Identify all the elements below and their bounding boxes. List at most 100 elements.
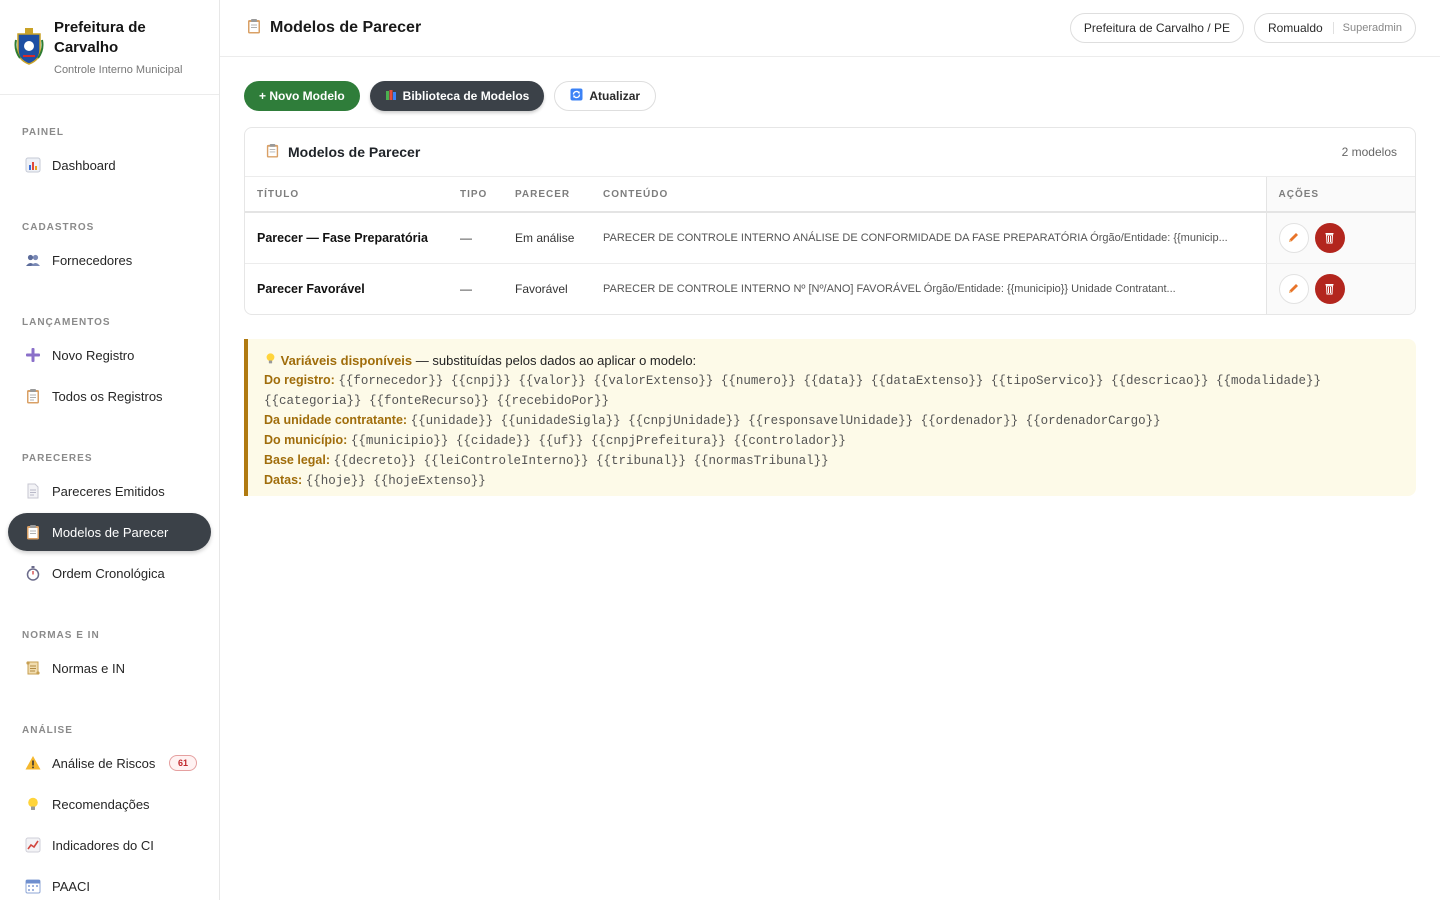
sidebar-item-label: Novo Registro: [52, 347, 135, 363]
variables-heading-text: — substituídas pelos dados ao aplicar o …: [412, 353, 697, 368]
bar-chart-icon: [24, 156, 42, 174]
plus-icon: [24, 346, 42, 364]
variables-heading: Variáveis disponíveis — substituídas pel…: [264, 352, 1400, 368]
sidebar: Prefeitura de Carvalho Controle Interno …: [0, 0, 220, 900]
sidebar-item-label: Análise de Riscos: [52, 755, 156, 771]
available-variables-box: Variáveis disponíveis — substituídas pel…: [244, 339, 1416, 496]
nav-section-painel: PAINEL: [22, 127, 64, 138]
row-content: PARECER DE CONTROLE INTERNO ANÁLISE DE C…: [591, 212, 1266, 264]
column-header-conteudo[interactable]: CONTEÚDO: [591, 177, 1266, 213]
edit-button[interactable]: [1278, 273, 1309, 304]
nav-section-normas: NORMAS E IN: [22, 630, 100, 641]
trash-icon: [1325, 284, 1334, 295]
model-library-label: Biblioteca de Modelos: [402, 89, 530, 103]
variables-list: {{categoria}} {{fonteRecurso}} {{recebid…: [264, 394, 610, 408]
table-row[interactable]: Parecer — Fase Preparatória — Em análise…: [245, 212, 1415, 264]
sidebar-item-label: Ordem Cronológica: [52, 565, 165, 581]
nav-section-analise: ANÁLISE: [22, 725, 73, 736]
lightbulb-icon: [24, 795, 42, 813]
clipboard-icon: [24, 523, 42, 541]
user-menu[interactable]: Romualdo Superadmin: [1253, 13, 1416, 43]
delete-button[interactable]: [1314, 273, 1345, 304]
model-library-button[interactable]: Biblioteca de Modelos: [369, 81, 545, 111]
users-icon: [24, 251, 42, 269]
organization-selector[interactable]: Prefeitura de Carvalho / PE: [1069, 13, 1244, 43]
pencil-icon: [1289, 233, 1298, 243]
sidebar-item-novo-registro[interactable]: Novo Registro: [8, 336, 211, 374]
card-title: Modelos de Parecer: [265, 143, 420, 161]
sidebar-item-dashboard[interactable]: Dashboard: [8, 146, 211, 184]
nav-section-cadastros: CADASTROS: [22, 222, 95, 233]
refresh-label: Atualizar: [589, 89, 641, 103]
row-actions: [1265, 212, 1415, 264]
sidebar-item-label: Todos os Registros: [52, 388, 163, 404]
table-row[interactable]: Parecer Favorável — Favorável PARECER DE…: [245, 263, 1415, 314]
column-header-titulo[interactable]: TÍTULO: [245, 177, 448, 213]
sidebar-item-pareceres-emitidos[interactable]: Pareceres Emitidos: [8, 472, 211, 510]
clipboard-icon: [265, 143, 280, 161]
sidebar-item-label: Modelos de Parecer: [52, 524, 169, 540]
sidebar-item-ordem-cronologica[interactable]: Ordem Cronológica: [8, 554, 211, 592]
header-actions: Prefeitura de Carvalho / PE Romualdo Sup…: [1069, 13, 1416, 43]
variables-group-label: Datas:: [264, 473, 303, 487]
variables-group-label: Da unidade contratante:: [264, 413, 408, 427]
row-opinion: Em análise: [503, 212, 591, 264]
variables-list: {{unidade}} {{unidadeSigla}} {{cnpjUnida…: [410, 414, 1161, 428]
toolbar: + Novo Modelo Biblioteca de Modelos Atua…: [244, 81, 657, 111]
row-actions: [1265, 263, 1415, 314]
sidebar-item-todos-registros[interactable]: Todos os Registros: [8, 377, 211, 415]
coat-of-arms-logo: [14, 28, 44, 65]
document-icon: [24, 482, 42, 500]
sidebar-item-modelos-parecer[interactable]: Modelos de Parecer: [8, 513, 211, 551]
row-title: Parecer — Fase Preparatória: [245, 212, 448, 264]
trash-icon: [1325, 233, 1334, 244]
variables-group-label: Do registro:: [264, 373, 335, 387]
trend-icon: [24, 836, 42, 854]
variables-list: {{fornecedor}} {{cnpj}} {{valor}} {{valo…: [338, 374, 1321, 388]
variables-heading-highlight: Variáveis disponíveis: [280, 353, 413, 368]
scroll-icon: [24, 659, 42, 677]
sidebar-item-label: Normas e IN: [52, 660, 125, 676]
variables-list: {{hoje}} {{hojeExtenso}}: [305, 474, 486, 488]
edit-button[interactable]: [1278, 222, 1309, 253]
delete-button[interactable]: [1314, 222, 1345, 253]
clipboard-icon: [246, 18, 262, 38]
column-header-parecer[interactable]: PARECER: [503, 177, 591, 213]
nav-section-lancamentos: LANÇAMENTOS: [22, 317, 111, 328]
user-name: Romualdo: [1267, 21, 1323, 35]
new-model-button[interactable]: + Novo Modelo: [244, 81, 360, 111]
table-header-row: TÍTULO TIPO PARECER CONTEÚDO AÇÕES: [245, 177, 1415, 213]
variables-list: {{municipio}} {{cidade}} {{uf}} {{cnpjPr…: [350, 434, 846, 448]
variables-group-base-legal: Base legal: {{decreto}} {{leiControleInt…: [264, 451, 1400, 471]
sidebar-item-label: Dashboard: [52, 157, 116, 173]
models-table: TÍTULO TIPO PARECER CONTEÚDO AÇÕES Parec…: [245, 177, 1415, 314]
variables-group-unidade: Da unidade contratante: {{unidade}} {{un…: [264, 411, 1400, 431]
stopwatch-icon: [24, 564, 42, 582]
brand-name: Prefeitura de Carvalho: [54, 19, 146, 56]
sidebar-item-recomendacoes[interactable]: Recomendações: [8, 785, 211, 823]
row-type: —: [448, 212, 503, 264]
page-title: Modelos de Parecer: [246, 18, 421, 38]
column-header-acoes: AÇÕES: [1265, 177, 1415, 213]
column-header-tipo[interactable]: TIPO: [448, 177, 503, 213]
variables-group-datas: Datas: {{hoje}} {{hojeExtenso}}: [264, 471, 1400, 491]
models-table-card: Modelos de Parecer 2 modelos TÍTULO TIPO…: [244, 127, 1416, 315]
row-title: Parecer Favorável: [257, 281, 365, 296]
clipboard-icon: [24, 387, 42, 405]
brand-subtitle: Controle Interno Municipal: [54, 64, 183, 76]
row-content: PARECER DE CONTROLE INTERNO Nº [Nº/ANO] …: [603, 282, 1176, 295]
sidebar-item-paaci[interactable]: PAACI: [8, 867, 211, 900]
refresh-button[interactable]: Atualizar: [554, 81, 657, 111]
warning-icon: [24, 754, 42, 772]
sidebar-item-fornecedores[interactable]: Fornecedores: [8, 241, 211, 279]
sidebar-item-indicadores[interactable]: Indicadores do CI: [8, 826, 211, 864]
sidebar-item-normas-in[interactable]: Normas e IN: [8, 649, 211, 687]
sidebar-item-analise-riscos[interactable]: Análise de Riscos 61: [8, 744, 211, 782]
sidebar-item-label: Pareceres Emitidos: [52, 483, 165, 499]
card-title-text: Modelos de Parecer: [288, 144, 421, 160]
sidebar-item-label: Indicadores do CI: [52, 837, 154, 853]
nav-section-pareceres: PARECERES: [22, 453, 93, 464]
row-opinion: Favorável: [515, 281, 568, 296]
page-title-text: Modelos de Parecer: [270, 19, 422, 36]
variables-group-label: Do município:: [264, 433, 348, 447]
